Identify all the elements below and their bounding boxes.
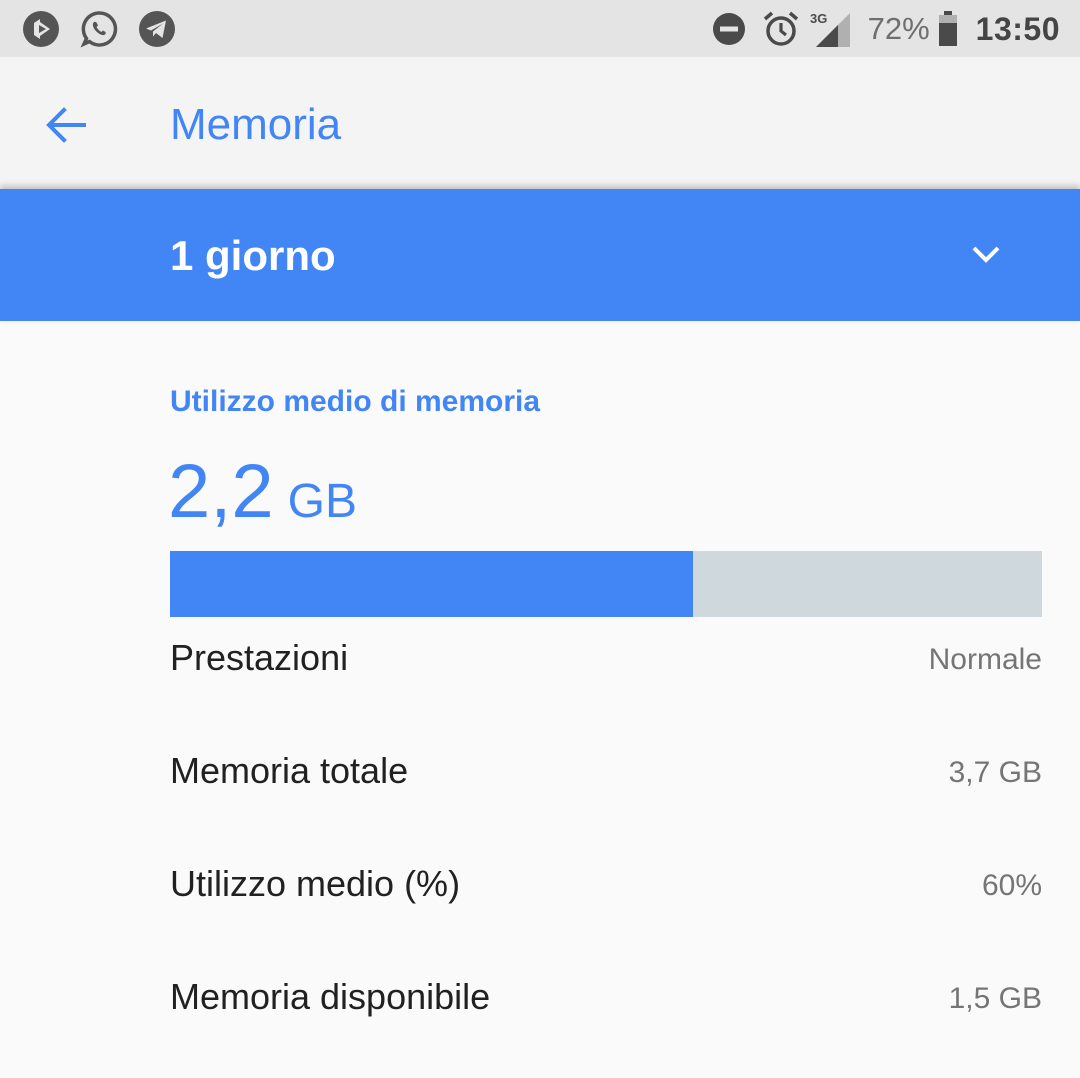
- media-icon: [23, 11, 59, 47]
- chevron-down-icon[interactable]: [962, 242, 1010, 270]
- alarm-icon: [763, 11, 798, 46]
- memory-usage-number: 2,2: [168, 449, 274, 534]
- notification-icons: [22, 10, 176, 48]
- memory-usage-value: 2,2 GB: [168, 452, 357, 532]
- memory-usage-bar-fill: [170, 551, 694, 617]
- network-type-label: 3G: [810, 11, 827, 26]
- signal-3g-icon: 3G: [810, 11, 850, 47]
- detail-value: 3,7 GB: [948, 756, 1042, 789]
- dnd-icon: [712, 13, 745, 45]
- app-bar: Memoria: [0, 57, 1080, 189]
- memory-usage-unit: GB: [287, 475, 358, 528]
- status-icons: 3G 72% 13:50: [712, 8, 1060, 50]
- clock: 13:50: [975, 10, 1060, 47]
- detail-label: Prestazioni: [170, 637, 349, 678]
- detail-value: 1,5 GB: [948, 982, 1042, 1015]
- battery-icon: [938, 11, 957, 46]
- period-selector-value: 1 giorno: [170, 232, 336, 279]
- memory-usage-bar: [170, 551, 1042, 617]
- detail-value: 60%: [981, 869, 1042, 902]
- battery-percent: 72%: [867, 11, 930, 46]
- period-selector[interactable]: 1 giorno: [0, 189, 1080, 321]
- detail-value: Normale: [928, 643, 1042, 676]
- section-header: Utilizzo medio di memoria: [170, 385, 541, 418]
- detail-row-available-memory: Memoria disponibile 1,5 GB: [170, 967, 1042, 1027]
- detail-label: Memoria totale: [170, 750, 409, 791]
- detail-row-total-memory: Memoria totale 3,7 GB: [170, 741, 1042, 801]
- telegram-icon: [139, 11, 175, 47]
- back-button[interactable]: [34, 93, 98, 157]
- detail-row-average-usage: Utilizzo medio (%) 60%: [170, 854, 1042, 914]
- page-title: Memoria: [170, 100, 342, 149]
- detail-label: Utilizzo medio (%): [170, 863, 461, 904]
- whatsapp-icon: [80, 11, 118, 48]
- arrow-back-icon: [46, 107, 86, 143]
- detail-label: Memoria disponibile: [170, 976, 491, 1017]
- status-bar: 3G 72% 13:50: [0, 0, 1080, 57]
- detail-row-performance: Prestazioni Normale: [170, 628, 1042, 688]
